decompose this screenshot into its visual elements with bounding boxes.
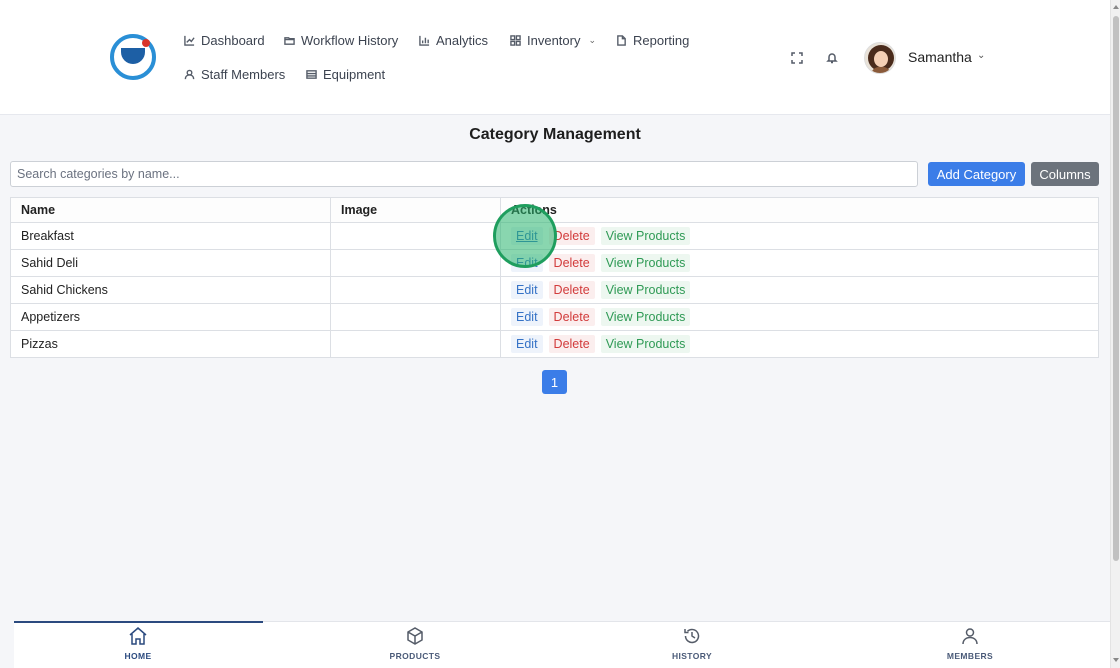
table-row: Sahid Deli Edit Delete View Products (10, 249, 1099, 277)
table-row: Breakfast Edit Delete View Products (10, 222, 1099, 250)
edit-button[interactable]: Edit (511, 335, 543, 353)
folder-open-icon (284, 37, 295, 45)
nav-reporting[interactable]: Reporting (616, 33, 689, 48)
person-icon (962, 628, 978, 645)
bottom-nav-history[interactable]: HISTORY (652, 626, 732, 661)
row-actions: Edit Delete View Products (500, 330, 1099, 358)
row-actions: Edit Delete View Products (500, 249, 1099, 277)
view-products-button[interactable]: View Products (600, 254, 691, 272)
delete-button[interactable]: Delete (548, 335, 595, 353)
user-name[interactable]: Samantha (908, 49, 972, 65)
category-name: Appetizers (10, 303, 331, 331)
nav-workflow-history-label: Workflow History (301, 33, 399, 48)
table-row: Pizzas Edit Delete View Products (10, 330, 1099, 358)
edit-button[interactable]: Edit (511, 281, 543, 299)
page-title: Category Management (469, 126, 641, 143)
category-name: Breakfast (10, 222, 331, 250)
bottom-nav-home-label: HOME (124, 651, 152, 661)
row-actions: Edit Delete View Products (500, 303, 1099, 331)
avatar[interactable] (864, 42, 896, 74)
nav-inventory-label: Inventory (527, 33, 581, 48)
nav-staff-members[interactable]: Staff Members (184, 67, 285, 82)
category-name: Pizzas (10, 330, 331, 358)
column-header-image[interactable]: Image (330, 197, 501, 223)
delete-button[interactable]: Delete (548, 254, 595, 272)
scroll-up-arrow-icon[interactable] (1113, 5, 1119, 9)
page-scrollbar[interactable] (1110, 0, 1120, 668)
category-image (330, 249, 501, 277)
fullscreen-icon[interactable] (790, 51, 804, 65)
brand-logo[interactable] (110, 34, 156, 80)
add-category-button[interactable]: Add Category (928, 162, 1025, 186)
view-products-button[interactable]: View Products (600, 281, 691, 299)
nav-staff-members-label: Staff Members (201, 67, 286, 82)
chart-line-icon (184, 35, 195, 46)
bottom-nav-members[interactable]: MEMBERS (930, 626, 1010, 661)
row-actions: Edit Delete View Products (500, 276, 1099, 304)
delete-button[interactable]: Delete (548, 227, 595, 245)
category-name: Sahid Deli (10, 249, 331, 277)
nav-dashboard[interactable]: Dashboard (184, 33, 265, 48)
category-image (330, 276, 501, 304)
row-actions: Edit Delete View Products (500, 222, 1099, 250)
categories-table: Name Image Actions Breakfast Edit Delete… (10, 197, 1099, 358)
active-tab-indicator (14, 621, 263, 623)
nav-dashboard-label: Dashboard (201, 33, 265, 48)
category-name: Sahid Chickens (10, 276, 331, 304)
table-row: Appetizers Edit Delete View Products (10, 303, 1099, 331)
user-menu-chevron-down-icon[interactable]: ⌄ (977, 50, 985, 61)
nav-reporting-label: Reporting (633, 33, 690, 48)
nav-analytics-label: Analytics (436, 33, 489, 48)
bottom-nav-history-label: HISTORY (671, 651, 713, 661)
view-products-button[interactable]: View Products (600, 335, 691, 353)
list-box-icon (306, 70, 317, 79)
view-products-button[interactable]: View Products (600, 227, 691, 245)
category-image (330, 303, 501, 331)
bottom-nav-members-label: MEMBERS (946, 651, 994, 661)
nav-analytics[interactable]: Analytics (419, 33, 488, 48)
bottom-nav: HOME PRODUCTS HISTORY MEMBERS (14, 621, 1110, 668)
table-header-row: Name Image Actions (10, 197, 1099, 223)
columns-button[interactable]: Columns (1031, 162, 1099, 186)
grid-icon (510, 35, 521, 46)
nav-inventory[interactable]: Inventory ⌄ (510, 33, 596, 48)
nav-workflow-history[interactable]: Workflow History (284, 33, 398, 48)
scroll-down-arrow-icon[interactable] (1113, 658, 1119, 662)
home-icon (129, 627, 147, 645)
pagination-page-button[interactable]: 1 (542, 370, 567, 394)
box-icon (407, 627, 423, 645)
bottom-nav-products-label: PRODUCTS (389, 651, 441, 661)
delete-button[interactable]: Delete (548, 281, 595, 299)
category-image (330, 222, 501, 250)
edit-button[interactable]: Edit (511, 227, 543, 245)
nav-equipment[interactable]: Equipment (306, 67, 385, 82)
bell-icon[interactable] (825, 51, 839, 65)
table-row: Sahid Chickens Edit Delete View Products (10, 276, 1099, 304)
user-icon (184, 69, 195, 80)
edit-button[interactable]: Edit (511, 308, 543, 326)
bottom-nav-home[interactable]: HOME (98, 626, 178, 661)
view-products-button[interactable]: View Products (600, 308, 691, 326)
document-icon (617, 35, 626, 46)
top-header: Dashboard Workflow History Analytics Inv… (0, 0, 1110, 115)
nav-equipment-label: Equipment (323, 67, 386, 82)
search-input[interactable] (10, 161, 918, 187)
bar-chart-icon (419, 35, 430, 46)
scrollbar-thumb[interactable] (1113, 16, 1119, 561)
column-header-actions: Actions (500, 197, 1099, 223)
delete-button[interactable]: Delete (548, 308, 595, 326)
category-image (330, 330, 501, 358)
column-header-name[interactable]: Name (10, 197, 331, 223)
chevron-down-icon: ⌄ (588, 35, 597, 45)
history-icon (684, 628, 700, 644)
edit-button[interactable]: Edit (511, 254, 543, 272)
bottom-nav-products[interactable]: PRODUCTS (375, 626, 455, 661)
